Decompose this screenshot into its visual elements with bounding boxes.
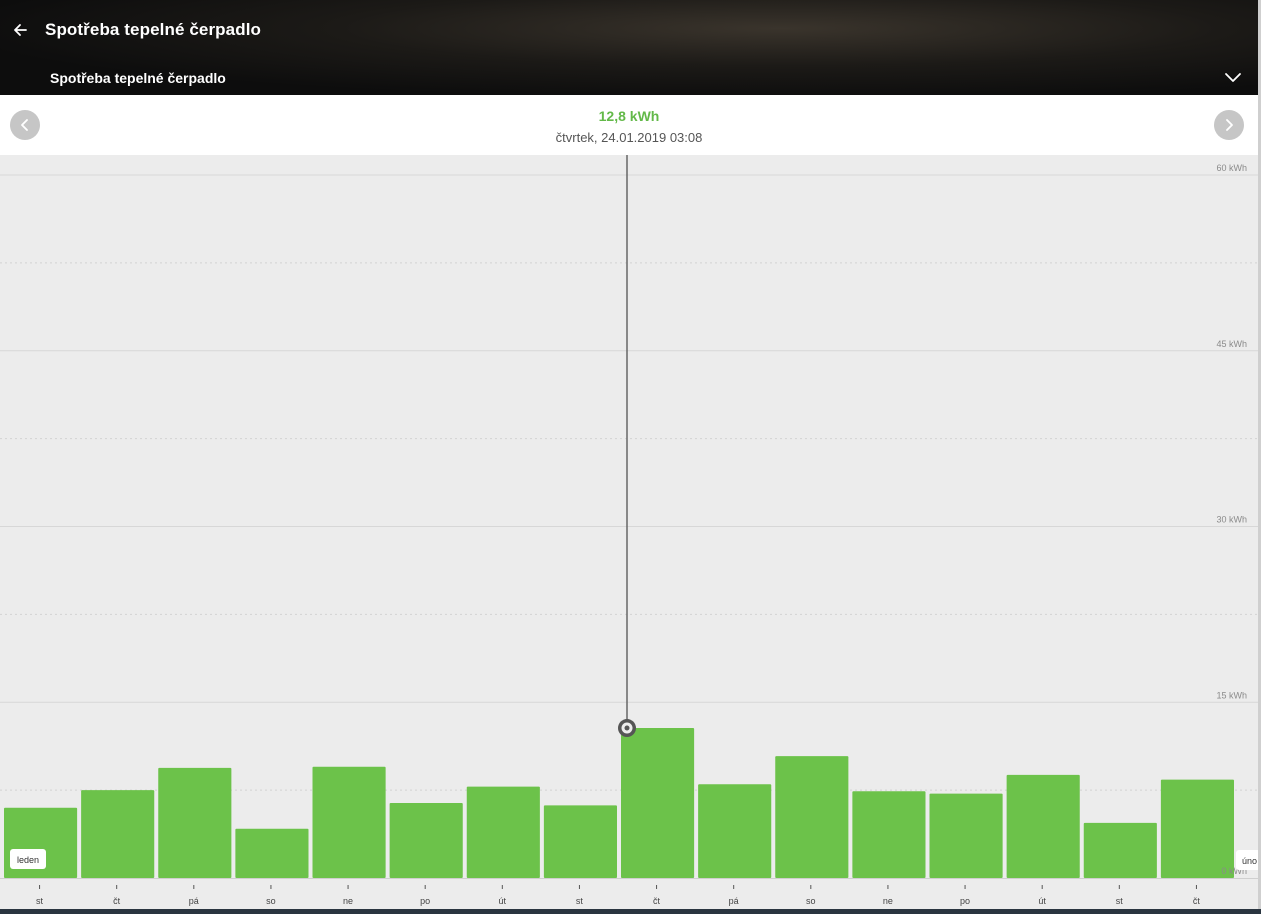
y-tick-label: 15 kWh (1216, 690, 1247, 700)
selected-datetime: čtvrtek, 24.01.2019 03:08 (555, 130, 703, 145)
month-label-end: úno (1242, 856, 1257, 866)
x-tick-label: čt (653, 896, 661, 906)
x-tick-label: pá (189, 896, 199, 906)
next-period-button[interactable] (1214, 110, 1244, 140)
bar[interactable] (621, 728, 695, 878)
bar[interactable] (1006, 774, 1080, 878)
bar[interactable] (543, 805, 617, 878)
x-tick-label: ne (883, 896, 893, 906)
bar[interactable] (466, 786, 540, 878)
x-tick-label: po (420, 896, 430, 906)
chevron-down-icon (1225, 73, 1241, 82)
x-tick-label: út (1038, 896, 1046, 906)
x-tick-label: so (266, 896, 276, 906)
arrow-left-icon (14, 24, 27, 36)
selected-value: 12,8 kWh (598, 108, 660, 124)
chevron-right-icon (1226, 119, 1233, 131)
x-tick-label: ne (343, 896, 353, 906)
y-tick-label: 45 kWh (1216, 339, 1247, 349)
device-selector-label[interactable]: Spotřeba tepelné čerpadlo (50, 70, 226, 86)
x-tick-label: čt (1193, 896, 1201, 906)
consumption-bar-chart[interactable]: 0 kWh15 kWh30 kWh45 kWh60 kWhst čt pá so ne p… (0, 155, 1258, 909)
bar[interactable] (852, 791, 926, 878)
x-tick-label: pá (729, 896, 739, 906)
window-bottom-edge (0, 909, 1261, 914)
bar[interactable] (775, 756, 849, 878)
y-tick-label: 30 kWh (1216, 515, 1247, 525)
page-title: Spotřeba tepelné čerpadlo (45, 20, 261, 39)
x-tick-label: po (960, 896, 970, 906)
app-header: Spotřeba tepelné čerpadlo Spotřeba tepel… (0, 0, 1258, 95)
bar[interactable] (81, 790, 155, 878)
x-tick-label: st (576, 896, 584, 906)
bar[interactable] (235, 828, 309, 878)
y-tick-label: 60 kWh (1216, 163, 1247, 173)
x-tick-label: so (806, 896, 816, 906)
bar[interactable] (929, 793, 1003, 878)
x-tick-label: út (499, 896, 507, 906)
bar[interactable] (389, 803, 463, 878)
x-tick-label: st (1116, 896, 1124, 906)
back-button[interactable] (8, 18, 32, 42)
bar[interactable] (1160, 779, 1234, 878)
bar[interactable] (158, 767, 232, 878)
value-readout-bar: 12,8 kWh čtvrtek, 24.01.2019 03:08 (0, 95, 1258, 155)
x-tick-label: st (36, 896, 44, 906)
device-dropdown-button[interactable] (1222, 68, 1244, 88)
x-tick-label: čt (113, 896, 121, 906)
bar[interactable] (312, 766, 386, 878)
bar[interactable] (1083, 822, 1157, 878)
month-label-start: leden (17, 855, 39, 865)
bar[interactable] (698, 784, 772, 878)
selection-marker-dot (624, 725, 630, 731)
